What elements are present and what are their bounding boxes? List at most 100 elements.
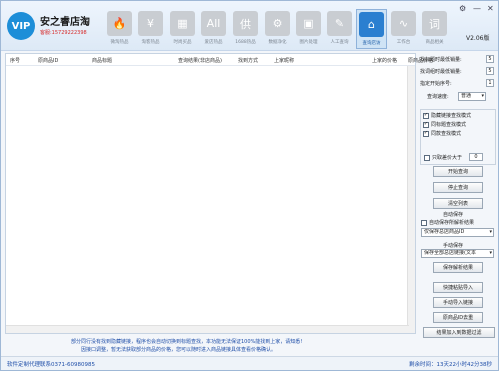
status-bar: 软件定制代理联系0371-60980985 剩余时间：13天22小时42分38秒: [1, 356, 498, 370]
nav-store-query[interactable]: ⌂ 查询店访: [356, 9, 387, 49]
nav-label: 商品相关: [425, 40, 444, 45]
chevron-down-icon: ▾: [489, 229, 492, 235]
word-min-sales-input[interactable]: 5: [486, 67, 494, 75]
col-index[interactable]: 序号: [10, 57, 20, 64]
checkbox-box: ✓: [423, 112, 429, 119]
autosave-select-value: 仅保存总店商品ID: [424, 229, 465, 235]
checkbox-box: [424, 154, 430, 161]
nav-taoke[interactable]: ¥ 淘客热品: [135, 9, 166, 49]
control-panel: 找标题时最低销量: 5 找词组时最低销量: 5 指定开始序号: 1 查询速度: …: [418, 53, 497, 338]
nav-workbench[interactable]: ∿ 工作台: [388, 9, 419, 49]
image-icon: ▣: [296, 11, 321, 36]
start-index-input[interactable]: 1: [486, 79, 494, 87]
export-filter-button[interactable]: 结果加入到数据过滤: [423, 327, 495, 338]
clear-list-button[interactable]: 清空列表: [433, 198, 483, 209]
table-header: 序号 原商品ID 商品标题 查询结果(非店商品) 找到方式 上家昵称 上家的价格…: [6, 54, 433, 66]
gear-cleanup-icon: ⚙: [265, 11, 290, 36]
yen-icon: ¥: [138, 11, 163, 36]
agent-contact: 软件定制代理联系0371-60980985: [7, 362, 95, 368]
start-index-label: 指定开始序号:: [420, 81, 452, 87]
checkbox-box: ✓: [423, 121, 429, 128]
speed-value: 普通: [461, 93, 472, 99]
word-min-sales-label: 找词组时最低销量:: [420, 69, 462, 75]
nav-label: 1688热品: [235, 40, 256, 45]
price-diff-input[interactable]: 0: [469, 153, 483, 161]
autosave-checkbox[interactable]: 自动保存所解析结果: [421, 219, 474, 226]
horizontal-scrollbar[interactable]: [6, 325, 409, 333]
checkbox-box: ✓: [423, 130, 429, 137]
chevron-down-icon: ▾: [489, 250, 492, 256]
title-min-sales-label: 找标题时最低销量:: [420, 57, 462, 63]
nav-label: 人工查询: [330, 40, 349, 45]
nav-label: 工作台: [396, 40, 411, 45]
nav-label: 爱店热品: [204, 40, 223, 45]
autosave-select[interactable]: 仅保存总店商品ID ▾: [421, 228, 494, 237]
dedupe-id-button[interactable]: 原商品ID去重: [433, 312, 483, 323]
nav-label: 数据净化: [268, 40, 287, 45]
nav-label: 查询店访: [362, 41, 381, 46]
checkbox-label: 自动保存所解析结果: [429, 220, 475, 226]
nav-label: 微淘热品: [110, 40, 129, 45]
notice-line-2: 因接口调整，暂无法获取部分商品的价格，您可以随时进入商品链接具体查看价格确认。: [81, 347, 277, 353]
nav-data-clean[interactable]: ⚙ 数据净化: [262, 9, 293, 49]
app-name: 安之睿店淘: [40, 17, 90, 28]
checkbox-label: 同款查找模式: [431, 131, 462, 137]
title-min-sales-input[interactable]: 5: [486, 55, 494, 63]
quick-paste-import-button[interactable]: 快捷粘贴导入: [433, 282, 483, 293]
nav-fashion[interactable]: ▦ 时尚买品: [167, 9, 198, 49]
col-query-result[interactable]: 查询结果(非店商品): [178, 57, 222, 64]
header-toolbar: VIP 安之睿店淘 客服:15729222398 🔥 微淘热品 ¥ 淘客热品 ▦ 时尚…: [1, 1, 498, 51]
checkbox-label: 隐藏链接查找模式: [431, 113, 472, 119]
col-find-method[interactable]: 找到方式: [238, 57, 258, 64]
start-query-button[interactable]: 开始查询: [433, 166, 483, 177]
manual-import-button[interactable]: 手动导入链接: [433, 297, 483, 308]
manual-save-select-value: 保存全部总店链接(文本: [424, 250, 476, 256]
same-item-mode-checkbox[interactable]: ✓ 同款查找模式: [423, 130, 461, 137]
speed-label: 查询速度:: [427, 94, 449, 100]
broom-icon: ✎: [327, 11, 352, 36]
chevron-down-icon: ▾: [481, 93, 484, 99]
same-title-mode-checkbox[interactable]: ✓ 同标题查找模式: [423, 121, 466, 128]
minimize-icon[interactable]: —: [473, 4, 481, 13]
checkbox-label: 同标题查找模式: [431, 122, 467, 128]
speed-select[interactable]: 普通 ▾: [458, 92, 486, 101]
col-title[interactable]: 商品标题: [92, 57, 112, 64]
col-seller-price[interactable]: 上家的价格: [372, 57, 397, 64]
close-icon[interactable]: ✕: [487, 4, 494, 13]
app-window: VIP 安之睿店淘 客服:15729222398 🔥 微淘热品 ¥ 淘客热品 ▦ 时尚…: [0, 0, 499, 371]
manual-save-title: 手动保存: [443, 243, 464, 249]
autosave-title: 自动保存: [443, 212, 464, 218]
stop-query-button[interactable]: 停止查询: [433, 182, 483, 193]
supply-icon: 供: [233, 11, 258, 36]
results-table: 序号 原商品ID 商品标题 查询结果(非店商品) 找到方式 上家昵称 上家的价格…: [5, 53, 433, 334]
remaining-time: 剩余时间：13天22小时42分38秒: [409, 362, 492, 368]
nav-products[interactable]: 词商品相关: [419, 9, 450, 49]
price-diff-checkbox[interactable]: 只取差价大于: [424, 154, 462, 161]
store-home-icon: ⌂: [359, 12, 384, 37]
save-results-button[interactable]: 保存解析结果: [433, 262, 483, 273]
nav-label: 图片处理: [299, 40, 318, 45]
manual-save-select[interactable]: 保存全部总店链接(文本 ▾: [421, 249, 494, 258]
word-icon: 词: [422, 11, 447, 36]
shop-grid-icon: ▦: [170, 11, 195, 36]
checkbox-box: [421, 219, 427, 226]
col-seller-nick[interactable]: 上家昵称: [274, 57, 294, 64]
nav-image[interactable]: ▣ 图片处理: [293, 9, 324, 49]
checkbox-label: 只取差价大于: [432, 155, 463, 161]
hotline-text: 客服:15729222398: [40, 30, 87, 36]
col-product-id[interactable]: 原商品ID: [38, 57, 58, 64]
settings-icon[interactable]: ⚙: [459, 4, 466, 13]
nav-label: 时尚买品: [173, 40, 192, 45]
nav-aidian[interactable]: All 爱店热品: [198, 9, 229, 49]
chart-line-icon: ∿: [391, 11, 416, 36]
nav-label: 淘客热品: [141, 40, 160, 45]
flame-icon: 🔥: [107, 11, 132, 36]
vertical-scrollbar[interactable]: [407, 66, 415, 333]
nav-weitao[interactable]: 🔥 微淘热品: [104, 9, 135, 49]
version-label: V2.06版: [466, 35, 490, 42]
all-icon: All: [201, 11, 226, 36]
notice-line-1: 部分同行没有找到隐藏链接，程序也会自动切换到标题查找，本功能无法保证100%能找…: [71, 339, 303, 345]
hidden-link-mode-checkbox[interactable]: ✓ 隐藏链接查找模式: [423, 112, 471, 119]
nav-1688[interactable]: 供 1688热品: [230, 9, 261, 49]
nav-manual[interactable]: ✎ 人工查询: [324, 9, 355, 49]
